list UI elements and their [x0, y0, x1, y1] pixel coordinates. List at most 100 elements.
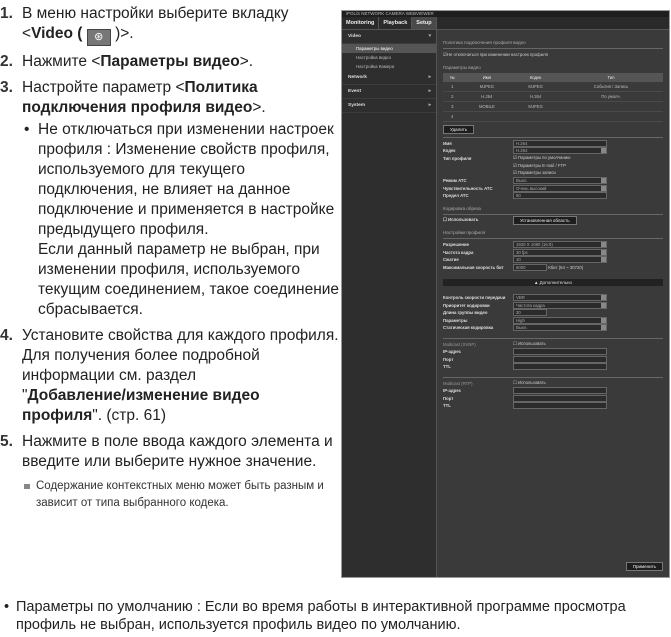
compression-select[interactable]: 10: [513, 256, 607, 264]
mc-port-input[interactable]: [513, 394, 607, 402]
crop-area-button[interactable]: Установленная область: [513, 215, 577, 225]
apply-button[interactable]: Применить: [625, 562, 663, 571]
field-row: Тип профиля ☑ Параметры по умолчанию: [443, 155, 663, 163]
crop-row: ☐ Использовать Установленная область: [443, 215, 663, 225]
ss-tab-playback[interactable]: Playback: [379, 17, 413, 29]
encoding-priority-select[interactable]: Частота кадра: [513, 301, 607, 309]
step-text-line2: <Video ( ⊛ )>.: [22, 24, 340, 46]
mc-ttl-input[interactable]: [513, 363, 607, 371]
field-row: Контроль скорости передачи VBR: [443, 294, 663, 302]
ss-side-sub[interactable]: Настройка Камера: [342, 62, 436, 71]
mc-use[interactable]: ☐ Использовать: [513, 341, 546, 347]
framerate-select[interactable]: 30 fps: [513, 248, 607, 256]
advanced-toggle[interactable]: ▲ Дополнительно: [443, 279, 663, 286]
atc-sens-select[interactable]: Очень высокий: [513, 184, 607, 192]
profile-select[interactable]: High: [513, 316, 607, 324]
mc-use[interactable]: ☐ Использовать: [513, 380, 546, 386]
resolution-select[interactable]: 1920 X 1080 (16:9): [513, 241, 607, 249]
field-label: IP-адрес: [443, 388, 461, 394]
ss-side-system[interactable]: System ▸: [342, 99, 436, 113]
ss-side-network[interactable]: Network ▸: [342, 71, 436, 85]
delete-button[interactable]: Удалить: [443, 124, 475, 134]
table-row[interactable]: 2 H.264 H.264 По умолч.: [443, 91, 663, 102]
mc-ip-input[interactable]: [513, 348, 607, 356]
step-bold: Параметры видео: [100, 53, 240, 70]
field-label: Контроль скорости передачи: [443, 295, 506, 301]
field-row: Чувствительность ATC Очень высокий: [443, 184, 663, 193]
name-input[interactable]: H.264: [513, 139, 607, 147]
ss-tab-setup[interactable]: Setup: [412, 17, 437, 29]
ss-prof-header: Настройки профиля: [443, 230, 486, 235]
step-text: Нажмите <: [22, 53, 101, 70]
field-label: TTL: [443, 403, 451, 409]
step-number: 5.: [0, 433, 13, 450]
mc-label: Multicast (SVNP): [443, 341, 476, 347]
mc-port-input[interactable]: [513, 355, 607, 363]
table-row[interactable]: 1 MJPEG MJPEG События / Запись: [443, 81, 663, 92]
table-row[interactable]: 4: [443, 111, 663, 122]
bitrate-input[interactable]: 6000: [513, 263, 547, 271]
field-row: IP-адрес: [443, 348, 663, 356]
crop-use-label: Использовать: [448, 217, 479, 223]
step-2: 2. Нажмите <Параметры видео>.: [0, 52, 340, 72]
mc-ttl-input[interactable]: [513, 402, 607, 410]
divider: [443, 48, 663, 49]
field-label: Чувствительность ATC: [443, 185, 493, 191]
table-row[interactable]: 3 MOBILE MJPEG: [443, 101, 663, 112]
advanced-label: Дополнительно: [539, 280, 573, 285]
bitrate-control-select[interactable]: VBR: [513, 294, 607, 302]
ss-tab-monitoring[interactable]: Monitoring: [342, 17, 380, 29]
step-text: Установите свойства для каждого профиля.: [22, 327, 339, 344]
field-label: Порт: [443, 356, 454, 362]
mc-row: Multicast (SVNP) ☐ Использовать: [443, 341, 663, 349]
field-label: Предел ATC: [443, 193, 469, 199]
field-row: ☑ Параметры записи: [443, 170, 663, 178]
divider: [443, 136, 663, 138]
bracket: <: [22, 25, 32, 42]
cell: 4: [443, 111, 462, 122]
ss-policy-row[interactable]: ☑ Не отключаться при изменении настроек …: [443, 51, 663, 59]
field-row: ☑ Параметры E-mail / FTP: [443, 162, 663, 170]
ss-policy-header: Политика подключения профиля видео: [443, 40, 526, 45]
step-3: 3. Настройте параметр <Политика подключе…: [0, 78, 340, 320]
type-check[interactable]: ☑ Параметры по умолчанию: [513, 155, 570, 161]
step-text: Нажмите в поле ввода каждого элемента и …: [22, 433, 333, 470]
codec-select[interactable]: H.264: [513, 147, 607, 155]
mc-row: Multicast (RTP) ☐ Использовать: [443, 380, 663, 388]
step-number: 1.: [0, 5, 13, 22]
cell: MJPEG: [461, 81, 513, 92]
gop-input[interactable]: 30: [513, 309, 547, 317]
field-row: Порт: [443, 394, 663, 403]
divider: [443, 238, 663, 239]
field-row: Приоритет кодировки Частота кадра: [443, 301, 663, 310]
ss-side-event[interactable]: Event ▸: [342, 85, 436, 99]
chevron-down-icon: ▾: [428, 34, 431, 39]
static-encoding-select[interactable]: Выкл.: [513, 324, 607, 332]
step-number: 3.: [0, 79, 13, 96]
type-label: Параметры по умолчанию: [518, 155, 571, 161]
type-check[interactable]: ☑ Параметры записи: [513, 170, 556, 176]
cell: MJPEG: [512, 101, 560, 112]
atc-mode-select[interactable]: Выкл.: [513, 177, 607, 185]
field-row: Кодек H.264: [443, 147, 663, 155]
type-label: Параметры записи: [518, 170, 556, 176]
crop-use[interactable]: ☐ Использовать: [443, 217, 513, 223]
cell: По умолч.: [559, 91, 663, 102]
step-text: Настройте параметр <: [22, 79, 185, 96]
ss-side-sub[interactable]: Параметры видео: [342, 44, 436, 53]
field-row: Максимальная скорость бит 6000 Кбит (64 ~…: [443, 263, 663, 272]
ref-page: ". (стр. 61): [92, 407, 167, 424]
note: Содержание контекстных меню может быть р…: [22, 478, 340, 512]
ss-side-video[interactable]: Video ▾: [342, 30, 436, 44]
ss-sidebar: Video ▾ Параметры видео Настройка видео Н…: [342, 30, 437, 577]
field-label: Порт: [443, 395, 454, 401]
atc-limit-input[interactable]: 50: [513, 192, 607, 200]
mc-ip-input[interactable]: [513, 387, 607, 395]
ss-side-label: Video: [348, 34, 361, 39]
field-label: Разрешение: [443, 242, 469, 248]
bullet-text: Параметры по умолчанию : Если во время р…: [16, 599, 626, 633]
field-label: Кодек: [443, 148, 456, 154]
type-check[interactable]: ☑ Параметры E-mail / FTP: [513, 163, 566, 169]
cell: 2: [443, 91, 462, 102]
ss-side-sub[interactable]: Настройка видео: [342, 53, 436, 62]
